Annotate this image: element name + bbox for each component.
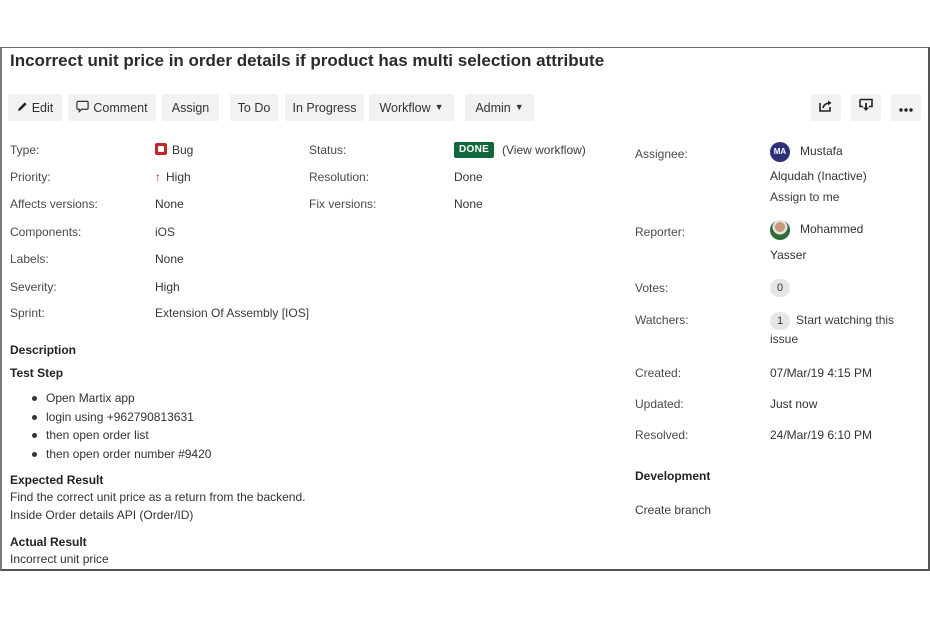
- workflow-dropdown[interactable]: Workflow ▼: [369, 94, 454, 121]
- issue-title: Incorrect unit price in order details if…: [10, 51, 605, 70]
- assignee-avatar: MA: [770, 142, 790, 162]
- sprint-value[interactable]: Extension Of Assembly [IOS]: [155, 306, 309, 320]
- start-watching-link[interactable]: Start watching this: [796, 313, 894, 327]
- updated-label: Updated:: [635, 397, 684, 411]
- share-icon: [819, 99, 833, 117]
- assignee-name: Mustafa: [800, 144, 843, 159]
- test-step-heading: Test Step: [10, 366, 64, 380]
- assign-label: Assign: [171, 100, 210, 115]
- reporter-value[interactable]: Mohammed: [770, 220, 863, 240]
- chevron-down-icon: ▼: [514, 101, 524, 112]
- priority-label: Priority:: [10, 170, 51, 184]
- list-item: then open order list: [30, 426, 211, 445]
- type-label: Type:: [10, 143, 40, 157]
- expected-result-heading: Expected Result: [10, 473, 104, 487]
- more-icon: [899, 99, 913, 117]
- assign-button[interactable]: Assign: [162, 94, 219, 121]
- status-label: Status:: [309, 143, 347, 157]
- resolved-value: 24/Mar/19 6:10 PM: [770, 428, 873, 442]
- start-watching-link-cont[interactable]: issue: [770, 332, 798, 346]
- priority-high-arrow-icon: ↑: [155, 170, 161, 184]
- share-button[interactable]: [811, 94, 841, 121]
- watchers-value: 1 Start watching this: [770, 312, 894, 330]
- pencil-icon: [17, 101, 28, 115]
- components-value[interactable]: iOS: [155, 225, 175, 239]
- list-item: Open Martix app: [30, 389, 211, 408]
- affects-versions-value: None: [155, 197, 184, 211]
- labels-value: None: [155, 252, 184, 266]
- assignee-name-cont: Alqudah (Inactive): [770, 169, 867, 183]
- watchers-count[interactable]: 1: [770, 312, 790, 330]
- watchers-label: Watchers:: [635, 313, 689, 327]
- reporter-label: Reporter:: [635, 225, 686, 239]
- priority-text: High: [166, 170, 191, 184]
- in-progress-button[interactable]: In Progress: [285, 94, 364, 121]
- assign-to-me-link[interactable]: Assign to me: [770, 190, 839, 204]
- more-actions-button[interactable]: [891, 94, 921, 121]
- list-item: login using +962790813631: [30, 408, 211, 427]
- affects-versions-label: Affects versions:: [10, 197, 98, 211]
- reporter-name: Mohammed: [800, 222, 864, 237]
- export-button[interactable]: [851, 94, 881, 121]
- admin-dropdown[interactable]: Admin ▼: [465, 94, 534, 121]
- workflow-label: Workflow: [379, 100, 431, 115]
- status-badge: DONE: [454, 142, 495, 158]
- in-progress-label: In Progress: [292, 100, 357, 115]
- to-do-button[interactable]: To Do: [230, 94, 278, 121]
- sprint-label: Sprint:: [10, 306, 45, 320]
- to-do-label: To Do: [237, 100, 271, 115]
- type-value: Bug: [155, 143, 193, 157]
- development-heading: Development: [635, 469, 711, 483]
- votes-label: Votes:: [635, 281, 669, 295]
- comment-label: Comment: [93, 100, 148, 115]
- reporter-avatar: [770, 220, 790, 240]
- priority-value: ↑ High: [155, 170, 191, 184]
- resolution-value: Done: [454, 170, 483, 184]
- type-text: Bug: [172, 143, 194, 157]
- test-steps-list: Open Martix app login using +96279081363…: [30, 389, 211, 463]
- severity-value: High: [155, 280, 180, 294]
- view-workflow-link[interactable]: (View workflow): [502, 143, 586, 157]
- severity-label: Severity:: [10, 280, 57, 294]
- create-branch-link[interactable]: Create branch: [635, 503, 711, 517]
- fix-versions-label: Fix versions:: [309, 197, 377, 211]
- updated-value: Just now: [770, 397, 818, 411]
- chevron-down-icon: ▼: [434, 101, 444, 112]
- resolved-label: Resolved:: [635, 428, 689, 442]
- edit-label: Edit: [31, 100, 54, 115]
- assignee-value[interactable]: MA Mustafa: [770, 142, 843, 162]
- comment-icon: [76, 100, 90, 116]
- created-value: 07/Mar/19 4:15 PM: [770, 366, 873, 380]
- votes-value[interactable]: 0: [770, 279, 796, 297]
- components-label: Components:: [10, 225, 82, 239]
- assignee-label: Assignee:: [635, 147, 688, 161]
- created-label: Created:: [635, 366, 682, 380]
- expected-result-line-2: Inside Order details API (Order/ID): [10, 508, 194, 522]
- votes-count[interactable]: 0: [770, 279, 790, 297]
- description-heading: Description: [10, 343, 77, 357]
- reporter-name-cont: Yasser: [770, 248, 807, 262]
- actual-result-line-1: Incorrect unit price: [10, 552, 109, 566]
- admin-label: Admin: [475, 100, 511, 115]
- edit-button[interactable]: Edit: [8, 94, 62, 121]
- fix-versions-value: None: [454, 197, 483, 211]
- list-item: then open order number #9420: [30, 445, 211, 464]
- labels-label: Labels:: [10, 252, 49, 266]
- actual-result-heading: Actual Result: [10, 535, 87, 549]
- export-icon: [859, 98, 873, 117]
- comment-button[interactable]: Comment: [68, 94, 156, 121]
- resolution-label: Resolution:: [309, 170, 370, 184]
- expected-result-line-1: Find the correct unit price as a return …: [10, 490, 306, 504]
- bug-icon: [155, 143, 167, 155]
